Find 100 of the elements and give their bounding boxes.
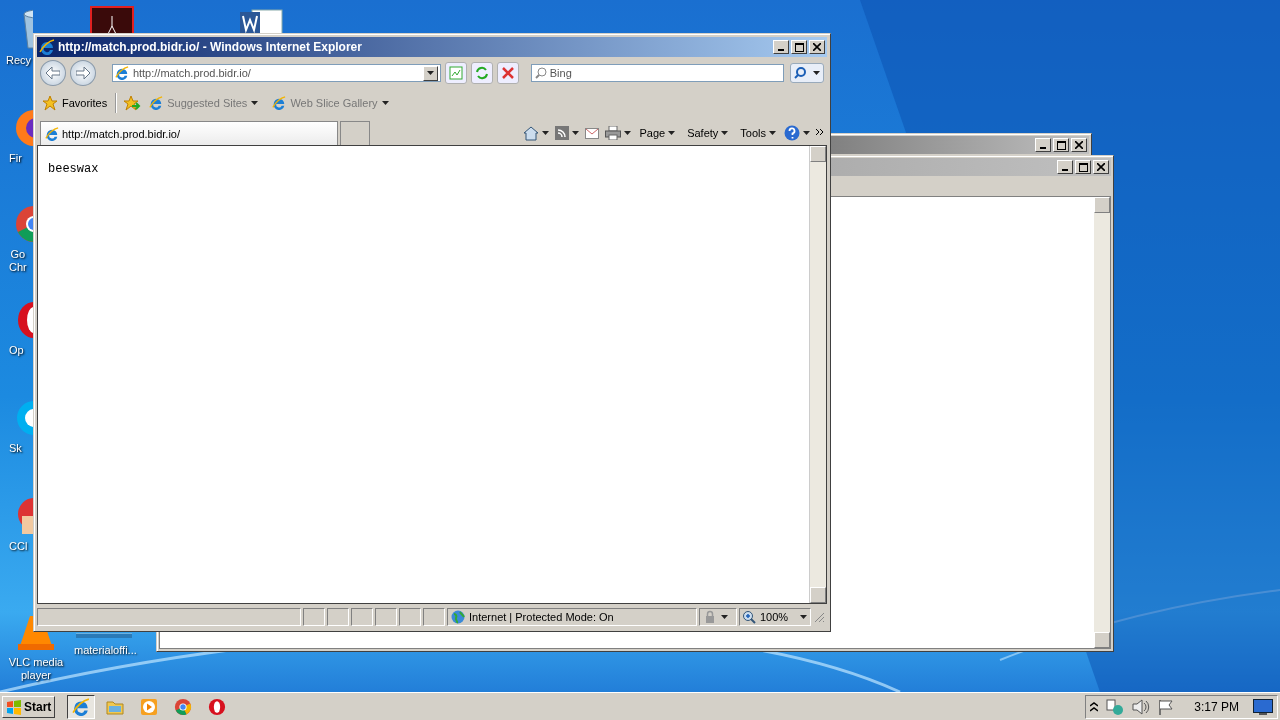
icon-label: Op (9, 344, 24, 357)
caret-icon (812, 71, 820, 75)
close-icon (813, 43, 821, 51)
page-icon (114, 66, 129, 80)
home-button[interactable] (523, 125, 550, 141)
window-title: http://match.prod.bidr.io/ - Windows Internet Explorer (58, 40, 363, 54)
refresh-icon (474, 66, 489, 80)
status-panel (423, 608, 445, 626)
globe-icon (451, 610, 465, 624)
taskbar-button[interactable] (67, 694, 96, 719)
status-panel (327, 608, 349, 626)
star-icon (42, 95, 58, 111)
search-icon (534, 67, 547, 79)
favorites-button[interactable]: Favorites (40, 93, 110, 113)
minimize-button[interactable] (1035, 138, 1051, 152)
status-panel (351, 608, 373, 626)
menu-button[interactable]: Page (637, 127, 678, 139)
search-icon (794, 67, 807, 79)
maximize-button[interactable] (791, 40, 807, 54)
minimize-button[interactable] (1057, 160, 1073, 174)
icon-label: materialoffi... (74, 644, 137, 657)
caret-icon (803, 131, 810, 135)
lock-icon (703, 610, 717, 624)
show-desktop-icon[interactable] (1253, 698, 1273, 715)
icon-label: CCl (9, 540, 28, 553)
caret-icon (721, 131, 729, 135)
page-icon (45, 126, 59, 141)
refresh-button[interactable] (470, 62, 493, 84)
menu-button[interactable]: Safety (685, 127, 731, 139)
security-zone[interactable]: Internet | Protected Mode: On (447, 608, 697, 626)
house-icon (523, 125, 540, 141)
browser-tab[interactable]: http://match.prod.bidr.io/ (40, 121, 338, 145)
ie-logo-icon (72, 697, 91, 716)
envelope-icon (585, 127, 600, 139)
address-field[interactable]: http://match.prod.bidr.io/ (111, 64, 441, 82)
scrollbar[interactable] (809, 146, 826, 603)
flag-icon[interactable] (1158, 698, 1175, 715)
menu-button[interactable]: Tools (738, 127, 778, 139)
zoom-button[interactable]: 100% (739, 608, 811, 626)
print-button[interactable] (605, 126, 632, 140)
page-icon (272, 96, 287, 110)
caret-icon (624, 131, 632, 135)
chevron-icon[interactable] (816, 129, 824, 137)
search-field[interactable]: Bing (530, 64, 785, 82)
network-icon[interactable] (1106, 698, 1125, 715)
caret-icon (251, 101, 259, 105)
caret-icon (668, 131, 676, 135)
icon-label: VLC media (8, 656, 64, 669)
icon-label: Recy (6, 54, 32, 67)
close-button[interactable] (1071, 138, 1087, 152)
maximize-icon (794, 42, 804, 52)
printer-icon (605, 126, 622, 140)
maximize-button[interactable] (1053, 138, 1069, 152)
icon-label: player (20, 669, 52, 682)
chrome-icon (174, 697, 193, 716)
speaker-icon[interactable] (1132, 698, 1151, 715)
icon-label: Sk (9, 442, 22, 455)
resize-grip-icon[interactable] (813, 611, 825, 623)
folder-icon (106, 698, 125, 715)
chevron-up-icon[interactable] (1090, 701, 1099, 712)
close-icon (1097, 163, 1105, 171)
maximize-icon (1078, 162, 1088, 172)
ie-logo-icon (39, 39, 55, 55)
status-panel (303, 608, 325, 626)
caret-icon (381, 101, 389, 105)
close-button[interactable] (1093, 160, 1109, 174)
rss-icon (555, 126, 570, 140)
back-button[interactable] (40, 60, 66, 86)
mail-button[interactable] (585, 127, 600, 139)
caret-icon (721, 615, 728, 619)
cross-icon (501, 67, 514, 79)
dropdown-button[interactable] (422, 65, 438, 81)
zoom-icon (743, 610, 756, 624)
scrollbar[interactable] (1094, 197, 1110, 648)
feeds-button[interactable] (555, 126, 580, 140)
icon-label: Chr (9, 261, 27, 274)
status-panel (399, 608, 421, 626)
status-panel (375, 608, 397, 626)
left-arrow-icon (45, 67, 60, 79)
clock[interactable]: 3:17 PM (1194, 699, 1239, 714)
windows-flag-icon (6, 698, 22, 715)
close-icon (1075, 141, 1083, 149)
close-button[interactable] (809, 40, 825, 54)
page-icon (149, 96, 164, 110)
start-button[interactable]: Start (2, 695, 56, 718)
protection-button[interactable] (699, 608, 737, 626)
maximize-icon (1056, 140, 1066, 150)
stop-button[interactable] (496, 62, 519, 84)
page-text: beeswax (48, 162, 99, 176)
document-icon[interactable] (90, 6, 134, 33)
page-chart-icon (448, 66, 463, 80)
help-button[interactable] (784, 125, 810, 141)
help-icon (784, 125, 800, 141)
forward-button[interactable] (69, 60, 96, 86)
maximize-button[interactable] (1075, 160, 1091, 174)
minimize-button[interactable] (773, 40, 789, 54)
caret-icon (542, 131, 550, 135)
icon-label: Go (9, 248, 27, 261)
caret-icon (426, 71, 434, 75)
search-button[interactable] (790, 63, 824, 83)
